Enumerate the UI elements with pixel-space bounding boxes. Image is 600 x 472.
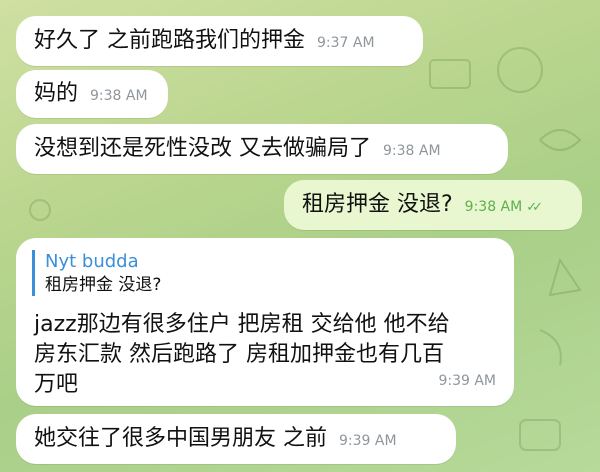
message-time: 9:39 AM — [438, 373, 496, 389]
message-text: 没想到还是死性没改 又去做骗局了 — [34, 136, 371, 161]
message-text-line: 房东汇款 然后跑路了 房租加押金也有几百 — [34, 342, 444, 367]
message-bubble-outgoing[interactable]: 租房押金 没退? 9:38 AM ✓✓ — [284, 180, 582, 230]
message-time: 9:39 AM — [339, 433, 397, 449]
reply-quote[interactable]: Nyt budda 租房押金 没退? — [32, 250, 505, 296]
message-bubble[interactable]: 没想到还是死性没改 又去做骗局了 9:38 AM — [16, 124, 508, 174]
message-bubble[interactable]: 她交往了很多中国男朋友 之前 9:39 AM — [16, 414, 456, 464]
reply-author-name: Nyt budda — [45, 251, 139, 272]
message-time: 9:38 AM — [383, 143, 441, 159]
message-text: 租房押金 没退? — [302, 192, 453, 217]
message-text: 妈的 — [34, 81, 79, 106]
message-time: 9:38 AM — [90, 88, 148, 104]
message-time: 9:37 AM — [317, 35, 375, 51]
double-check-icon: ✓✓ — [526, 200, 543, 215]
message-text: 她交往了很多中国男朋友 之前 — [34, 426, 327, 451]
message-bubble[interactable]: 好久了 之前跑路我们的押金 9:37 AM — [16, 16, 423, 66]
message-bubble[interactable]: 妈的 9:38 AM — [16, 70, 168, 118]
message-time: 9:38 AM — [464, 199, 523, 215]
reply-quoted-text: 租房押金 没退? — [45, 275, 162, 295]
message-text-line: 万吧 — [34, 372, 79, 397]
message-text: 好久了 之前跑路我们的押金 — [34, 28, 305, 53]
message-bubble-reply[interactable]: Nyt budda 租房押金 没退? jazz那边有很多住户 把房租 交给他 他… — [16, 238, 514, 406]
message-text-line: jazz那边有很多住户 把房租 交给他 他不给 — [34, 312, 450, 337]
chat-area: 好久了 之前跑路我们的押金 9:37 AM 妈的 9:38 AM 没想到还是死性没改… — [0, 0, 600, 472]
